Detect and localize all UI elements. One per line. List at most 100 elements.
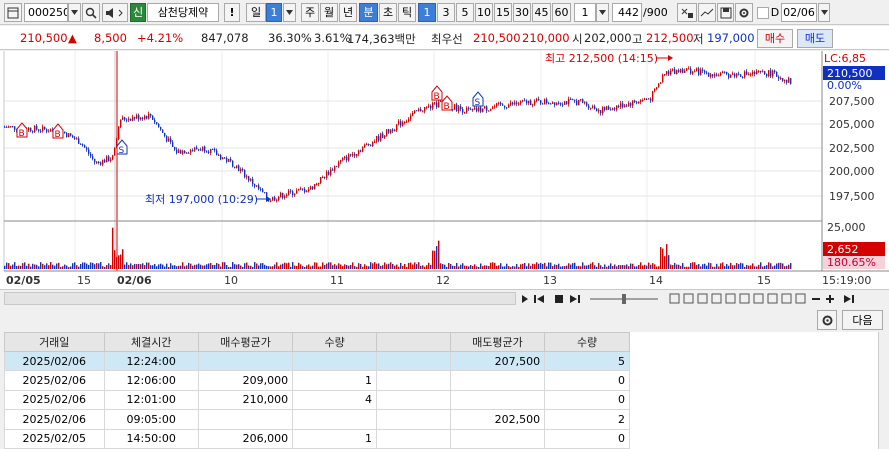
marker-label: B	[434, 92, 440, 102]
date-checkbox[interactable]	[757, 7, 769, 19]
period-minute-button[interactable]: 분	[359, 3, 378, 22]
buy-marker[interactable]: B	[52, 123, 64, 140]
interval-3-button[interactable]: 3	[437, 3, 455, 22]
code-dropdown-icon[interactable]	[68, 3, 81, 22]
candle-body	[788, 78, 790, 83]
zoom-slider[interactable]	[590, 294, 658, 304]
candle-body	[124, 117, 126, 120]
nav-first-icon[interactable]	[534, 295, 544, 303]
window-icon[interactable]	[4, 3, 22, 22]
zoom-in-icon[interactable]	[826, 295, 834, 303]
table-row[interactable]: 2025/02/06 12:06:00 209,000 1 0	[4, 370, 630, 391]
volume-bar	[456, 262, 458, 269]
chart-canvas[interactable]: B BSBB S 최고 212,500 (14:15) 최저 197,000 (10…	[0, 51, 889, 289]
grid-vertical-scrollbar[interactable]	[878, 332, 889, 449]
volume-bar	[318, 266, 320, 269]
volume-bar	[198, 263, 200, 269]
candle-body	[44, 126, 46, 130]
next-button[interactable]: 다음	[842, 310, 883, 330]
period-second-button[interactable]: 초	[379, 3, 397, 22]
interval-45-button[interactable]: 45	[532, 3, 551, 22]
period-month-button[interactable]: 월	[320, 3, 338, 22]
candle-body	[272, 197, 274, 201]
table-row[interactable]: 2025/02/06 09:05:00 202,500 2	[4, 409, 630, 430]
interval-10-button[interactable]: 10	[475, 3, 493, 22]
volume-bar	[184, 266, 186, 269]
cell-sell-avg: 202,500	[449, 409, 546, 430]
volume-bar	[358, 263, 360, 269]
candle-body	[244, 169, 246, 178]
pin-icon[interactable]	[677, 3, 697, 22]
stock-code-input[interactable]: 000250	[24, 3, 68, 22]
buy-marker[interactable]: B	[16, 122, 28, 139]
interval-1-button[interactable]: 1	[418, 3, 436, 22]
search-icon[interactable]	[82, 3, 100, 22]
period-day-num[interactable]: 1	[266, 3, 282, 22]
interval-5-button[interactable]: 5	[456, 3, 474, 22]
candle-body	[652, 91, 654, 101]
candle-body	[504, 105, 506, 108]
buy-marker[interactable]: B	[441, 95, 453, 112]
col-header-time[interactable]: 체결시간	[103, 332, 199, 352]
table-row[interactable]: 2025/02/06 12:24:00 207,500 5	[4, 350, 630, 372]
sell-marker[interactable]: S	[472, 91, 484, 108]
tool-icons[interactable]	[669, 293, 806, 304]
sell-marker[interactable]: S	[116, 139, 128, 156]
interval-dropdown-icon[interactable]	[596, 3, 609, 22]
table-row[interactable]: 2025/02/05 14:50:00 206,000 1 0	[4, 428, 630, 449]
col-header-buy-avg[interactable]: 매수평균가	[197, 332, 294, 352]
gear-icon[interactable]	[735, 3, 753, 22]
candle-body	[374, 141, 376, 143]
trend-icon[interactable]	[698, 3, 716, 22]
col-header-date[interactable]: 거래일	[4, 332, 105, 352]
candle-body	[146, 115, 148, 119]
alert-button[interactable]: !	[224, 3, 240, 22]
candle-body	[372, 141, 374, 146]
volume-bar	[412, 264, 414, 269]
period-dropdown-icon[interactable]	[283, 3, 296, 22]
volume-bar	[230, 266, 232, 269]
volume-bar	[504, 266, 506, 269]
count-input[interactable]: 442	[612, 3, 642, 22]
candle-body	[704, 70, 706, 73]
volume-bar	[312, 265, 314, 269]
buy-button[interactable]: 매수	[757, 29, 793, 48]
cell-date: 2025/02/06	[4, 389, 105, 411]
volume-bar	[612, 266, 614, 269]
interval-60-button[interactable]: 60	[552, 3, 571, 22]
period-year-button[interactable]: 년	[339, 3, 357, 22]
volume-bar	[88, 264, 90, 269]
col-header-sell-qty[interactable]: 수량	[544, 332, 630, 352]
table-row[interactable]: 2025/02/06 12:01:00 210,000 4 0	[4, 389, 630, 411]
candle-body	[122, 117, 124, 120]
volume-bar	[400, 262, 402, 269]
date-input[interactable]: 02/06	[781, 3, 817, 22]
candle-body	[650, 98, 652, 101]
nav-prev-icon[interactable]	[522, 295, 528, 303]
period-week-button[interactable]: 주	[301, 3, 319, 22]
date-dropdown-icon[interactable]	[818, 3, 830, 22]
candle-body	[212, 149, 214, 151]
period-day-button[interactable]: 일	[246, 3, 266, 22]
col-header-buy-qty[interactable]: 수량	[292, 332, 377, 352]
chart-scroll-track[interactable]	[4, 292, 516, 305]
volume-bar	[334, 264, 336, 269]
volume-bar	[538, 263, 540, 269]
period-tick-button[interactable]: 틱	[398, 3, 416, 22]
grid-gear-icon[interactable]	[817, 310, 837, 330]
interval-30-button[interactable]: 30	[513, 3, 531, 22]
price-chart[interactable]: BBSBBS 최고 212,500 (14:15) 최저 197,000 (10…	[0, 51, 889, 289]
scroll-end-icon[interactable]	[844, 295, 854, 303]
candle-body	[96, 161, 98, 163]
col-header-sell-avg[interactable]: 매도평균가	[449, 332, 546, 352]
save-icon[interactable]	[717, 3, 734, 22]
sell-button[interactable]: 매도	[797, 29, 833, 48]
nav-stop-icon[interactable]	[555, 295, 563, 303]
volume-bar	[140, 264, 142, 269]
volume-bar	[744, 266, 746, 269]
interval-select[interactable]: 1	[574, 3, 596, 22]
interval-15-button[interactable]: 15	[494, 3, 512, 22]
candle-body	[404, 122, 406, 124]
speaker-icon[interactable]	[102, 3, 128, 22]
nav-play-icon[interactable]	[570, 295, 580, 303]
